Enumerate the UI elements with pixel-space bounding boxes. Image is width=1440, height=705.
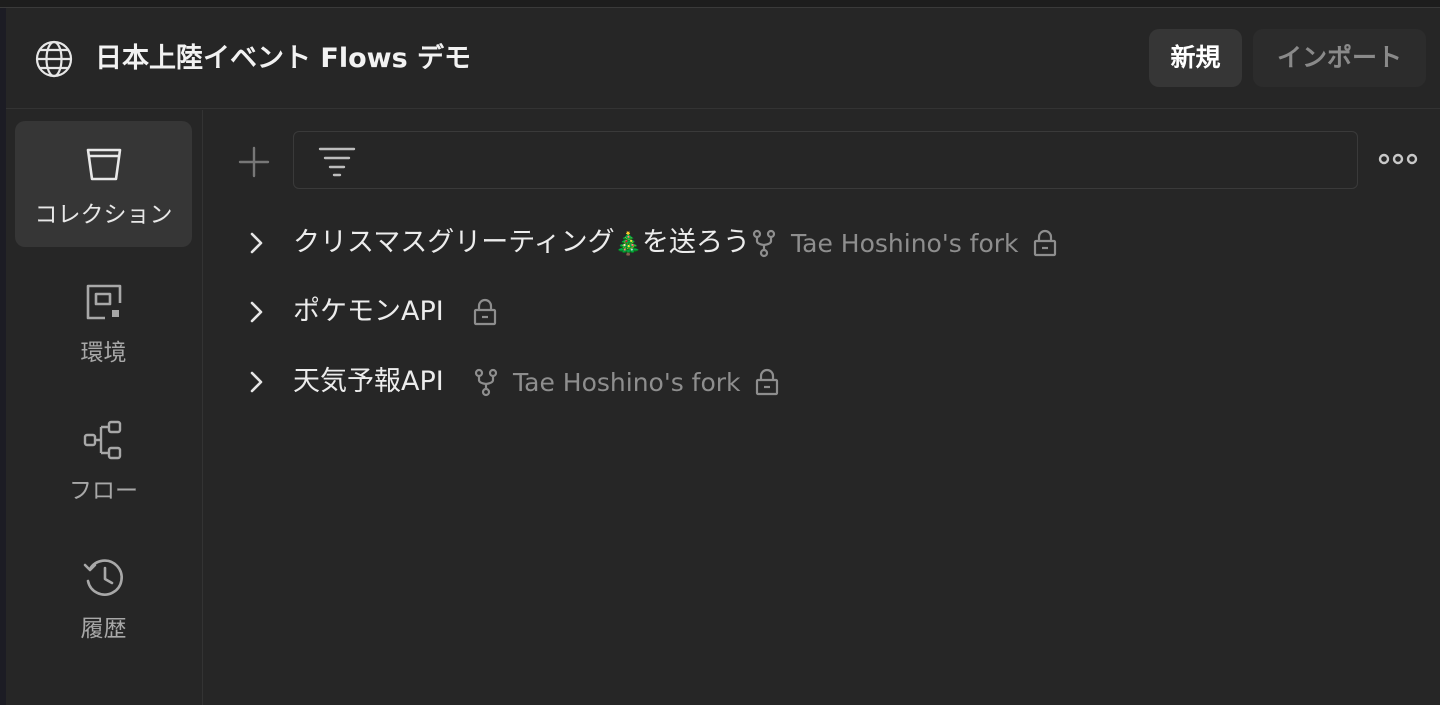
sidebar-item-label: コレクション (34, 202, 173, 228)
collections-icon (86, 148, 122, 181)
fork-icon (474, 368, 498, 397)
collection-name[interactable]: クリスマスグリーティング🎄を送ろう (293, 223, 750, 263)
sidebar-item-collections[interactable]: コレクション (15, 121, 192, 247)
flows-icon (83, 420, 122, 460)
collection-meta (471, 292, 499, 332)
sidebar-item-label: 環境 (80, 340, 127, 366)
add-collection-button[interactable] (234, 142, 274, 182)
collection-meta: Tae Hoshino's fork (471, 362, 781, 402)
history-icon (83, 559, 123, 596)
collection-row[interactable]: ポケモンAPI (234, 284, 1414, 340)
sidebar-item-environment[interactable]: 環境 (15, 259, 192, 385)
sidebar-item-history[interactable]: 履歴 (15, 535, 192, 661)
workspace-header: 日本上陸イベント Flows デモ 新規 インポート (6, 9, 1440, 109)
new-button[interactable]: 新規 (1149, 29, 1242, 87)
search-box[interactable] (293, 131, 1358, 189)
sidebar-item-label: フロー (69, 478, 138, 504)
more-options-icon[interactable] (1378, 146, 1418, 172)
collection-name[interactable]: 天気予報API (293, 362, 444, 402)
app-window: 日本上陸イベント Flows デモ 新規 インポート コレクション 環境 フロー… (0, 0, 1440, 705)
globe-icon (35, 40, 73, 78)
workspace-title: 日本上陸イベント Flows デモ (95, 43, 472, 74)
import-button[interactable]: インポート (1253, 29, 1426, 87)
tree-emoji: 🎄 (614, 232, 642, 257)
collection-meta: Tae Hoshino's fork (749, 223, 1059, 263)
collection-row[interactable]: クリスマスグリーティング🎄を送ろう Tae Hoshino's fork (234, 215, 1414, 271)
fork-icon (752, 229, 776, 258)
fork-label: Tae Hoshino's fork (513, 367, 741, 397)
window-top-edge (0, 0, 1440, 8)
lock-icon (755, 368, 778, 396)
filter-icon[interactable] (318, 142, 356, 180)
lock-icon (473, 298, 497, 326)
collection-row[interactable]: 天気予報API Tae Hoshino's fork (234, 354, 1414, 410)
sidebar-item-flows[interactable]: フロー (15, 397, 192, 523)
sidebar: コレクション 環境 フロー 履歴 (6, 110, 203, 705)
chevron-right-icon[interactable] (242, 368, 270, 396)
chevron-right-icon[interactable] (242, 298, 270, 326)
search-input[interactable] (374, 140, 1334, 180)
collection-name[interactable]: ポケモンAPI (293, 292, 444, 332)
lock-icon (1033, 229, 1056, 257)
chevron-right-icon[interactable] (242, 229, 270, 257)
collections-panel: クリスマスグリーティング🎄を送ろう Tae Hoshino's fork ポケモ… (204, 110, 1440, 705)
sidebar-item-label: 履歴 (80, 616, 127, 642)
fork-label: Tae Hoshino's fork (791, 228, 1019, 258)
environment-icon (86, 284, 122, 320)
